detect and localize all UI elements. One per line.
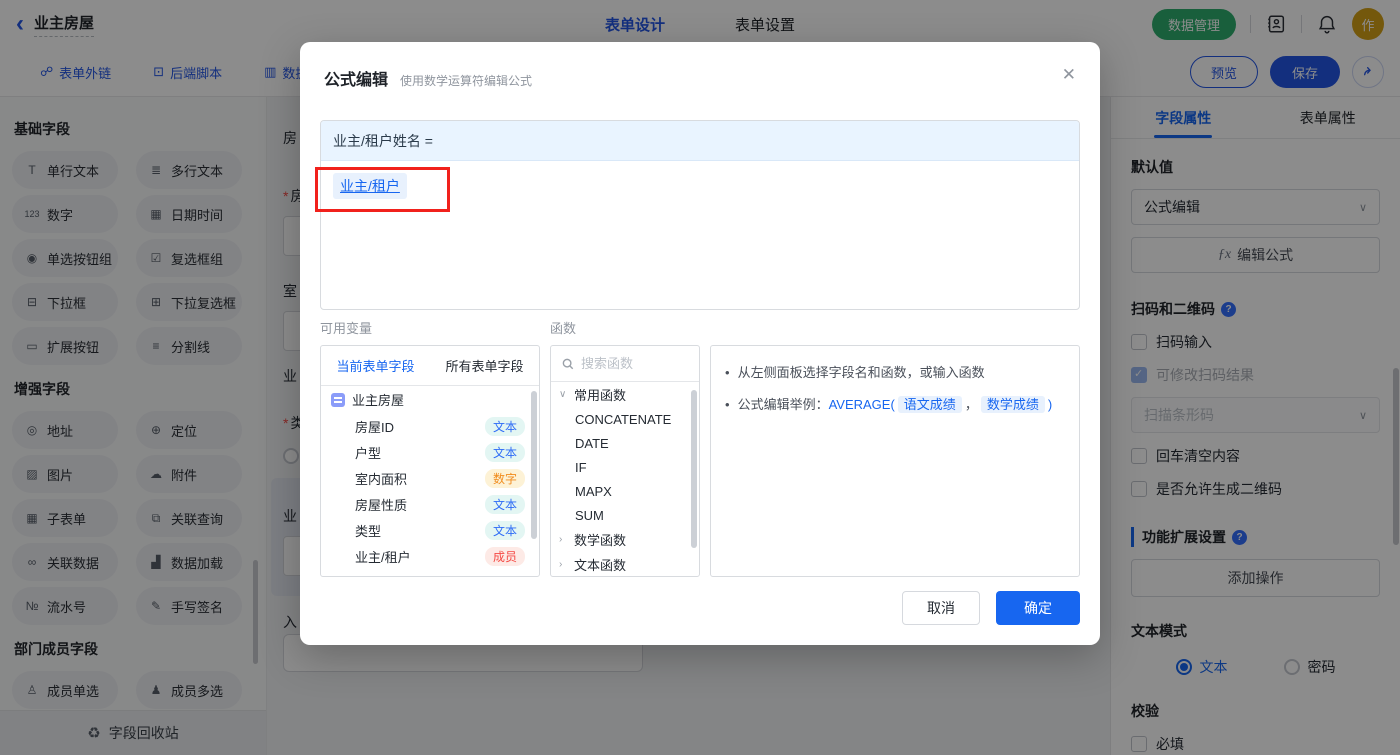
modal-header: 公式编辑 使用数学运算符编辑公式 [300,42,1100,90]
variables-label: 可用变量 [320,321,373,336]
functions-label: 函数 [550,321,577,336]
close-icon[interactable]: ✕ [1062,66,1076,83]
function-group-text[interactable]: › 文本函数 [551,552,699,576]
variable-row[interactable]: 户型 文本 [321,439,539,465]
modal-subtitle: 使用数学运算符编辑公式 [400,74,533,88]
function-search-input[interactable] [581,356,689,371]
variables-tabs: 当前表单字段 所有表单字段 [321,346,539,386]
function-item[interactable]: DATE [551,431,699,455]
variable-row[interactable]: 类型 文本 [321,517,539,543]
variable-row[interactable]: 业主/租户 成员 [321,543,539,569]
function-item[interactable]: SUM [551,503,699,527]
variables-panel: 当前表单字段 所有表单字段 业主房屋 房屋ID 文本 户型 文本 室内面积 数字 房屋… [320,345,540,577]
help-tip-example: 公式编辑举例：AVERAGE(语文成绩，数学成绩) [725,394,1065,416]
variable-row[interactable]: 房屋性质 文本 [321,491,539,517]
example-field-chip: 数学成绩 [980,396,1045,414]
function-group-math[interactable]: › 数学函数 [551,527,699,552]
variable-row[interactable]: 房屋ID 文本 [321,413,539,439]
tab-all-form-fields[interactable]: 所有表单字段 [430,346,539,385]
field-type-badge: 文本 [484,442,525,462]
function-search[interactable] [551,346,699,382]
example-field-chip: 语文成绩 [897,396,962,414]
function-item[interactable]: MAPX [551,479,699,503]
variable-row[interactable]: 室内面积 数字 [321,465,539,491]
formula-editor-box: 业主/租户姓名 = 业主/租户 [320,120,1080,310]
field-type-badge: 文本 [484,494,525,514]
field-type-badge: 文本 [484,520,525,540]
variables-scrollbar-thumb[interactable] [531,391,537,539]
confirm-button[interactable]: 确定 [996,591,1080,625]
field-type-badge: 数字 [484,468,525,488]
example-function-name: AVERAGE( [828,397,895,413]
function-item[interactable]: CONCATENATE [551,407,699,431]
formula-edit-modal: 公式编辑 使用数学运算符编辑公式 ✕ 业主/租户姓名 = 业主/租户 可用变量 … [300,42,1100,645]
formula-input-area[interactable]: 业主/租户 [321,161,1079,211]
form-designer-page: ‹ 业主房屋 表单设计 表单设置 数据管理 作 ☍表单外链 ⊡后端脚本 ▥数据权… [0,0,1400,755]
functions-scrollbar-thumb[interactable] [691,390,697,548]
field-type-badge: 文本 [484,416,525,436]
formula-result-bar: 业主/租户姓名 = [321,121,1079,161]
functions-panel: ∨常用函数 CONCATENATE DATE IF MAPX SUM ›数学函数… [550,345,700,577]
cancel-button[interactable]: 取消 [902,591,980,625]
function-item[interactable]: IF [551,455,699,479]
help-tip: 从左侧面板选择字段名和函数，或输入函数 [725,362,1065,384]
formula-field-chip[interactable]: 业主/租户 [333,173,407,199]
modal-footer: 取消 确定 [902,591,1080,625]
tab-current-form-fields[interactable]: 当前表单字段 [321,346,430,385]
variables-list: 业主房屋 房屋ID 文本 户型 文本 室内面积 数字 房屋性质 文本 类型 文本 业主/租… [321,386,539,569]
form-root-node[interactable]: 业主房屋 [321,386,539,413]
modal-title: 公式编辑 [324,72,389,89]
chevron-right-icon: › [559,534,563,545]
field-type-badge: 成员 [484,546,525,566]
chevron-right-icon: › [559,559,563,570]
chevron-down-icon: ∨ [559,389,567,400]
function-group-common[interactable]: ∨ 常用函数 [551,382,699,407]
example-close-paren: ) [1047,397,1053,413]
search-icon [561,357,575,371]
formula-help-panel: 从左侧面板选择字段名和函数，或输入函数 公式编辑举例：AVERAGE(语文成绩，… [710,345,1080,577]
form-doc-icon [331,392,345,407]
